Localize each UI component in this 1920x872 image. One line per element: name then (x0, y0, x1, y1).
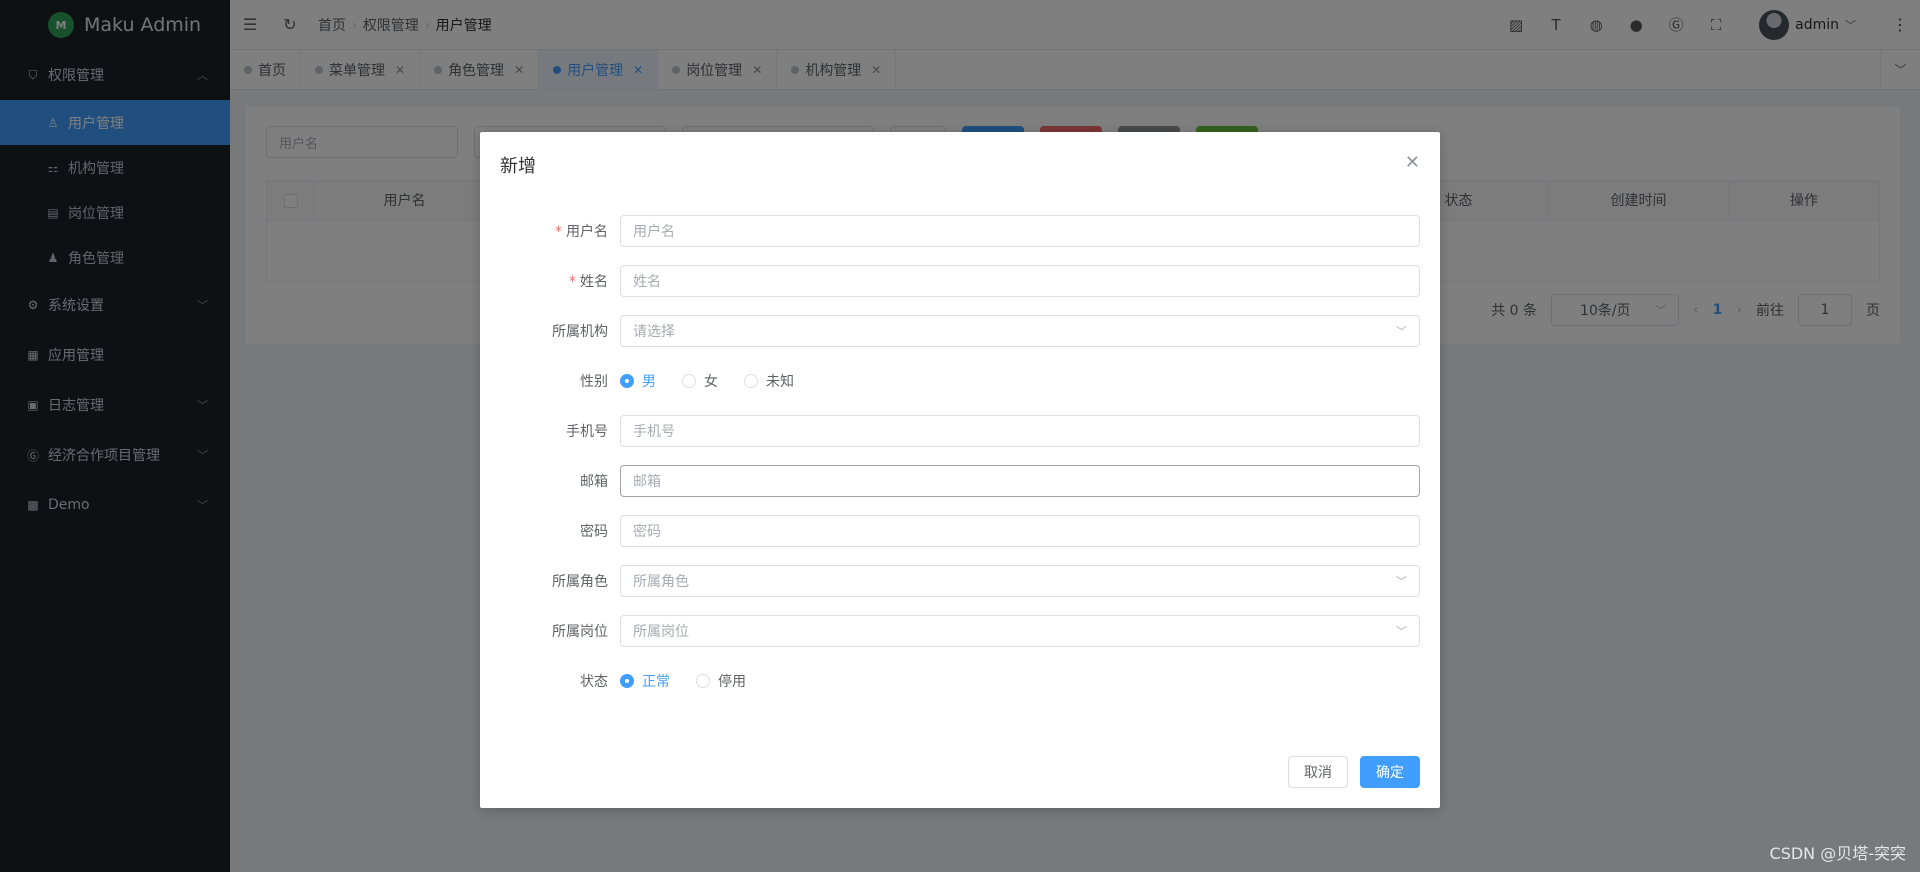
form-label: 密码 (580, 524, 608, 540)
form-row-posts: 所属岗位 所属岗位 ﹀ (500, 614, 1420, 648)
add-user-dialog: 新增 ✕ * 用户名 用户名 * 姓名 姓名 所属机构 请选择 ﹀ 性别 男 女 未… (480, 132, 1440, 808)
chevron-down-icon: ﹀ (1396, 325, 1407, 338)
form-label: 状态 (580, 674, 608, 690)
input-placeholder: 密码 (633, 524, 661, 540)
chevron-down-icon: ﹀ (1396, 575, 1407, 588)
form-row-realname: * 姓名 姓名 (500, 264, 1420, 298)
status-radio-group: 正常 停用 (620, 671, 746, 691)
radio-checked-icon (620, 674, 634, 688)
radio-icon (744, 374, 758, 388)
add-user-form: * 用户名 用户名 * 姓名 姓名 所属机构 请选择 ﹀ 性别 男 女 未知 手机号… (500, 214, 1420, 714)
form-label: 邮箱 (580, 474, 608, 490)
roles-select[interactable]: 所属角色 ﹀ (620, 565, 1420, 597)
form-label: 所属岗位 (552, 624, 608, 640)
radio-label: 女 (704, 374, 718, 390)
gender-radio-unknown[interactable]: 未知 (744, 371, 794, 391)
dialog-footer: 取消 确定 (1288, 756, 1420, 788)
realname-input[interactable]: 姓名 (620, 265, 1420, 297)
radio-checked-icon (620, 374, 634, 388)
cancel-button[interactable]: 取消 (1288, 756, 1348, 788)
input-placeholder: 姓名 (633, 274, 661, 290)
form-label: 所属机构 (552, 324, 608, 340)
radio-label: 未知 (766, 374, 794, 390)
form-row-org: 所属机构 请选择 ﹀ (500, 314, 1420, 348)
label-text: 姓名 (580, 274, 608, 290)
radio-label: 男 (642, 374, 656, 390)
radio-label: 正常 (642, 674, 670, 690)
form-row-email: 邮箱 邮箱 (500, 464, 1420, 498)
form-label: 手机号 (566, 424, 608, 440)
input-placeholder: 手机号 (633, 424, 675, 440)
status-radio-normal[interactable]: 正常 (620, 671, 670, 691)
form-row-status: 状态 正常 停用 (500, 664, 1420, 698)
form-label: 性别 (580, 374, 608, 390)
form-row-username: * 用户名 用户名 (500, 214, 1420, 248)
select-placeholder: 请选择 (633, 324, 675, 340)
form-row-password: 密码 密码 (500, 514, 1420, 548)
radio-icon (696, 674, 710, 688)
form-row-roles: 所属角色 所属角色 ﹀ (500, 564, 1420, 598)
close-icon[interactable]: ✕ (1405, 152, 1420, 173)
form-row-gender: 性别 男 女 未知 (500, 364, 1420, 398)
input-placeholder: 邮箱 (633, 474, 661, 490)
form-label: * 用户名 (500, 221, 620, 241)
select-placeholder: 所属角色 (633, 574, 689, 590)
org-select[interactable]: 请选择 ﹀ (620, 315, 1420, 347)
required-mark: * (555, 224, 562, 240)
form-label: * 姓名 (500, 271, 620, 291)
dialog-title: 新增 (500, 156, 536, 177)
radio-icon (682, 374, 696, 388)
chevron-down-icon: ﹀ (1396, 625, 1407, 638)
select-placeholder: 所属岗位 (633, 624, 689, 640)
form-label: 所属角色 (552, 574, 608, 590)
email-input[interactable]: 邮箱 (620, 465, 1420, 497)
input-placeholder: 用户名 (633, 224, 675, 240)
password-input[interactable]: 密码 (620, 515, 1420, 547)
gender-radio-male[interactable]: 男 (620, 371, 656, 391)
posts-select[interactable]: 所属岗位 ﹀ (620, 615, 1420, 647)
radio-label: 停用 (718, 674, 746, 690)
gender-radio-female[interactable]: 女 (682, 371, 718, 391)
mobile-input[interactable]: 手机号 (620, 415, 1420, 447)
status-radio-disabled[interactable]: 停用 (696, 671, 746, 691)
gender-radio-group: 男 女 未知 (620, 371, 794, 391)
username-input[interactable]: 用户名 (620, 215, 1420, 247)
watermark: CSDN @贝塔-突突 (1769, 844, 1906, 863)
confirm-button[interactable]: 确定 (1360, 756, 1420, 788)
label-text: 用户名 (566, 224, 608, 240)
form-row-mobile: 手机号 手机号 (500, 414, 1420, 448)
required-mark: * (569, 274, 576, 290)
